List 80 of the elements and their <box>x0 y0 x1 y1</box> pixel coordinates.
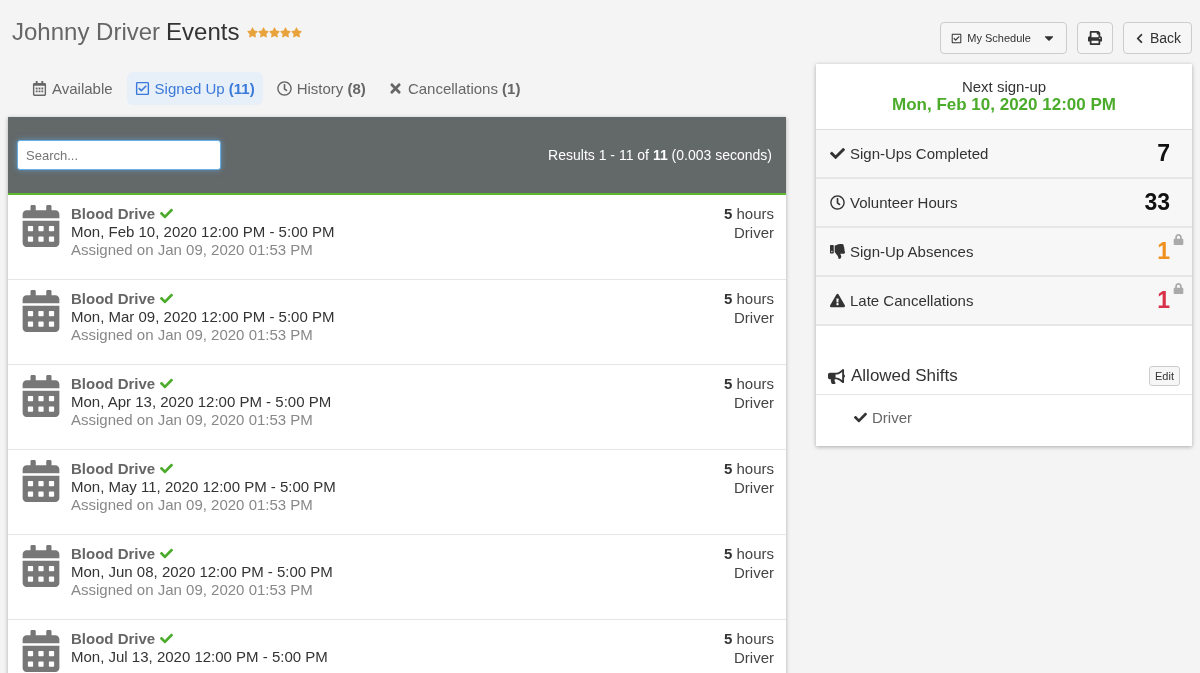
star-icon <box>269 26 281 38</box>
event-hours: 5 hours <box>723 290 774 307</box>
search-field[interactable]: Search... <box>17 140 221 170</box>
event-date: Mon, Jul 13, 2020 12:00 PM - 5:00 PM <box>71 648 329 665</box>
stat-value: 1 <box>1157 287 1170 314</box>
stat-label: Volunteer Hours <box>850 194 958 211</box>
calendar-icon <box>20 290 62 332</box>
event-title: Blood Drive <box>71 545 156 562</box>
star-icon <box>247 26 259 38</box>
event-title: Blood Drive <box>71 375 156 392</box>
event-role: Driver <box>734 224 774 241</box>
schedule-dropdown[interactable]: My Schedule <box>940 22 1067 54</box>
stat-value: 33 <box>1144 189 1170 216</box>
star-icon <box>280 26 292 38</box>
event-hours: 5 hours <box>723 630 774 647</box>
tab[interactable]: Signed Up (11) <box>126 72 263 105</box>
calendar-icon <box>20 460 62 502</box>
warning-icon <box>830 293 845 308</box>
edit-button[interactable]: Edit <box>1149 366 1180 386</box>
next-signup-date: Mon, Feb 10, 2020 12:00 PM <box>892 95 1116 115</box>
star-icon <box>258 26 270 38</box>
assigned-date: Assigned on Jan 09, 2020 01:53 PM <box>71 241 314 258</box>
section-title: Allowed Shifts <box>851 366 958 386</box>
thumbs-down-icon <box>830 244 845 259</box>
megaphone-icon <box>828 367 845 385</box>
calendar-icon <box>20 205 62 247</box>
checkbox-icon <box>951 32 963 44</box>
stat-label: Sign-Up Absences <box>850 243 974 260</box>
event-role: Driver <box>734 564 774 581</box>
assigned-date: Assigned on Jan 09, 2020 01:53 PM <box>71 581 314 598</box>
assigned-date: Assigned on Jan 09, 2020 01:53 PM <box>71 496 314 513</box>
event-date: Mon, May 11, 2020 12:00 PM - 5:00 PM <box>71 478 337 495</box>
next-signup-label: Next sign-up <box>961 78 1047 95</box>
back-button[interactable]: Back <box>1122 22 1192 54</box>
calendar-icon <box>20 630 62 672</box>
event-row[interactable]: Blood Drive Mon, Jul 13, 2020 12:00 PM - 5:00 PM 5 hours Driver <box>8 620 786 673</box>
event-row[interactable]: Blood Drive Mon, May 11, 2020 12:00 PM - 5:00 PM Assigned on Jan 09, 2020 01:53 PM 5 hours Driver <box>8 450 786 535</box>
calendar-icon <box>32 81 47 96</box>
event-role: Driver <box>734 479 774 496</box>
tab[interactable]: History (8) <box>268 72 374 105</box>
event-role: Driver <box>734 649 774 666</box>
event-hours: 5 hours <box>723 460 774 477</box>
event-title: Blood Drive <box>71 630 156 647</box>
event-row[interactable]: Blood Drive Mon, Feb 10, 2020 12:00 PM - 5:00 PM Assigned on Jan 09, 2020 01:53 PM 5 hours Driver <box>8 195 786 280</box>
event-date: Mon, Mar 09, 2020 12:00 PM - 5:00 PM <box>71 308 336 325</box>
event-hours: 5 hours <box>723 375 774 392</box>
stat-label: Sign-Ups Completed <box>850 145 989 162</box>
event-row[interactable]: Blood Drive Mon, Mar 09, 2020 12:00 PM - 5:00 PM Assigned on Jan 09, 2020 01:53 PM 5 hours Driver <box>8 280 786 365</box>
event-title: Blood Drive <box>71 205 156 222</box>
print-button[interactable] <box>1076 22 1113 54</box>
assigned-date: Assigned on Jan 09, 2020 01:53 PM <box>71 326 314 343</box>
checkbox-icon <box>134 81 150 96</box>
results-count: Results 1 - 11 of 11 (0.003 seconds) <box>548 147 772 163</box>
print-icon <box>1087 31 1102 45</box>
event-row[interactable]: Blood Drive Mon, Apr 13, 2020 12:00 PM - 5:00 PM Assigned on Jan 09, 2020 01:53 PM 5 hours Driver <box>8 365 786 450</box>
star-icon <box>291 26 303 38</box>
event-date: Mon, Apr 13, 2020 12:00 PM - 5:00 PM <box>71 393 333 410</box>
event-role: Driver <box>734 309 774 326</box>
event-row[interactable]: Blood Drive Mon, Jun 08, 2020 12:00 PM - 5:00 PM Assigned on Jan 09, 2020 01:53 PM 5 hours Driver <box>8 535 786 620</box>
event-hours: 5 hours <box>723 545 774 562</box>
event-date: Mon, Jun 08, 2020 12:00 PM - 5:00 PM <box>71 563 334 580</box>
page-title: Events <box>166 18 240 46</box>
clock-icon <box>830 195 845 210</box>
person-name: Johnny Driver <box>12 18 161 46</box>
check-icon <box>830 146 845 161</box>
calendar-icon <box>20 375 62 417</box>
event-role: Driver <box>734 394 774 411</box>
tab[interactable]: Available <box>24 72 121 105</box>
event-title: Blood Drive <box>71 460 156 477</box>
shift-label: Driver <box>872 409 912 426</box>
stat-value: 7 <box>1157 140 1170 167</box>
clock-icon <box>276 81 292 96</box>
stat-label: Late Cancellations <box>850 292 974 309</box>
assigned-date: Assigned on Jan 09, 2020 01:53 PM <box>71 411 314 428</box>
event-title: Blood Drive <box>71 290 156 307</box>
event-hours: 5 hours <box>723 205 774 222</box>
event-date: Mon, Feb 10, 2020 12:00 PM - 5:00 PM <box>71 223 336 240</box>
tab[interactable]: Cancellations (1) <box>379 72 529 105</box>
stat-value: 1 <box>1157 238 1170 265</box>
calendar-icon <box>20 545 62 587</box>
